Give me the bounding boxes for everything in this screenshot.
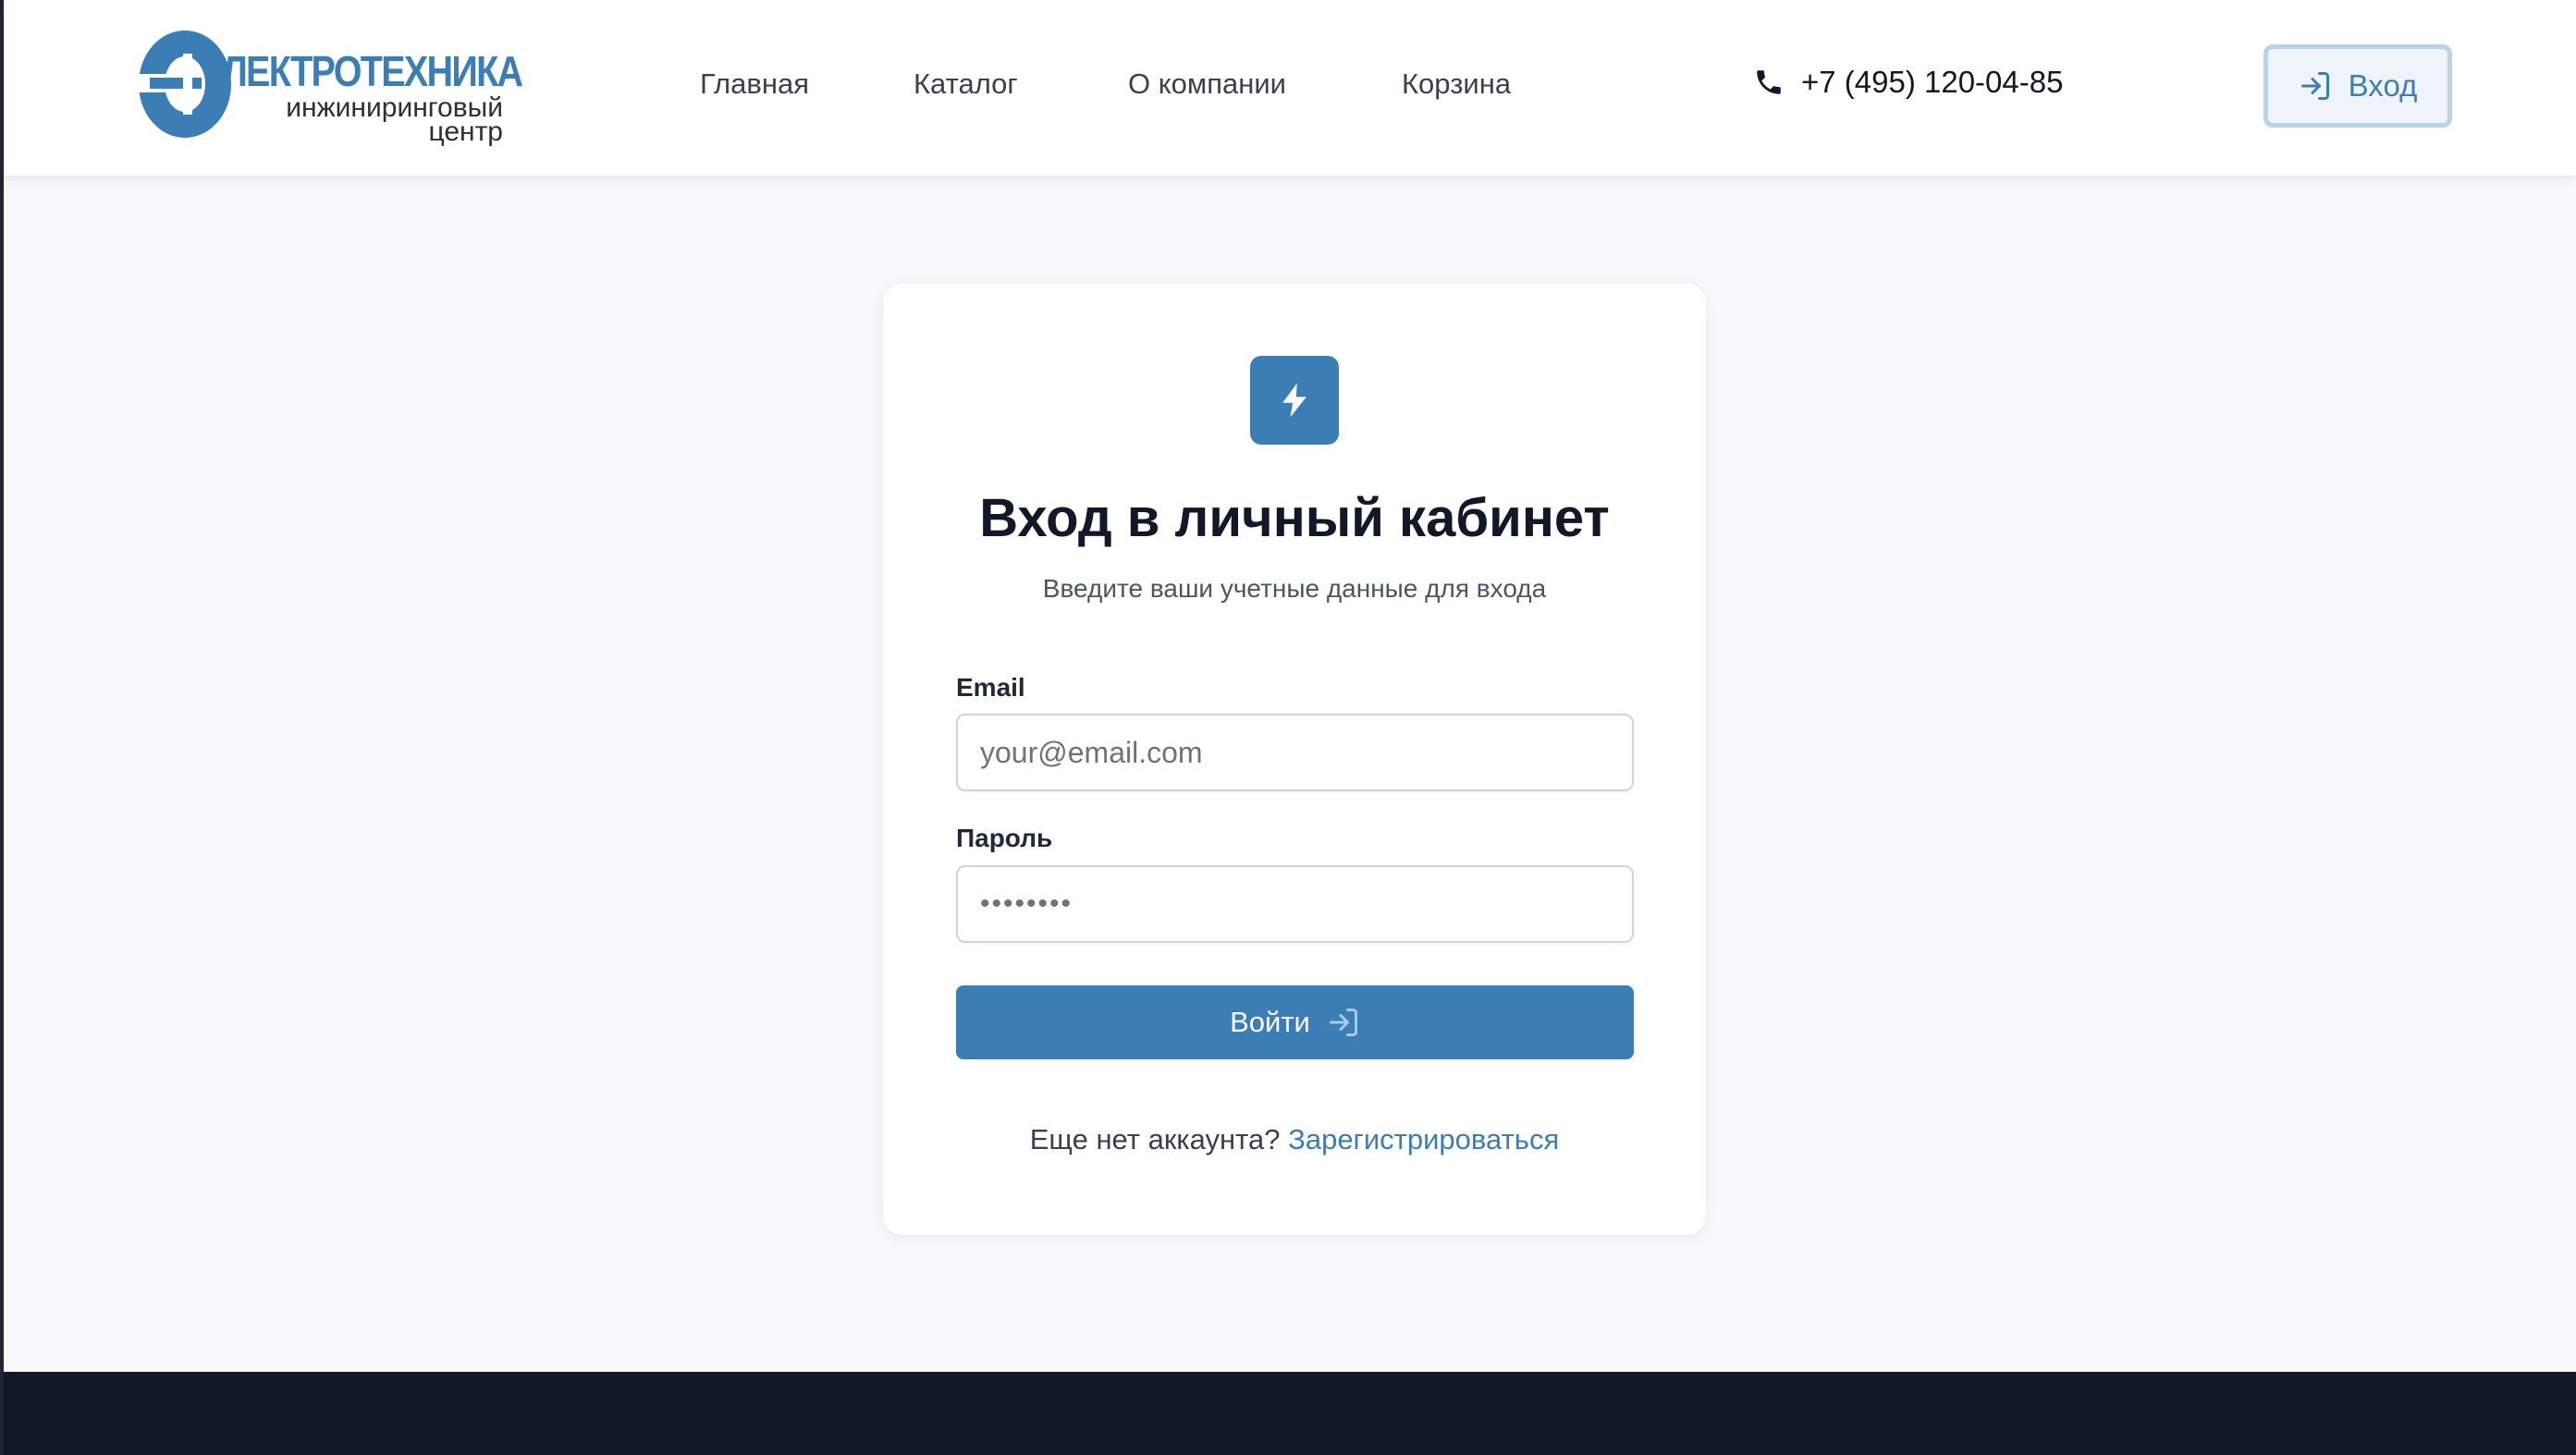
lightning-icon bbox=[1282, 383, 1306, 418]
nav-item-home[interactable]: Главная bbox=[700, 67, 809, 101]
phone-number: +7 (495) 120-04-85 bbox=[1801, 65, 2064, 99]
register-link[interactable]: Зарегистрироваться bbox=[1288, 1123, 1559, 1155]
nav-item-about[interactable]: О компании bbox=[1128, 67, 1286, 101]
nav-item-catalog[interactable]: Каталог bbox=[914, 67, 1018, 101]
card-badge bbox=[1250, 356, 1339, 445]
site-header: ЛЕКТРОТЕХНИКА инжиниринговый центр Главн… bbox=[4, 0, 2576, 177]
submit-login-button[interactable]: Войти bbox=[956, 985, 1634, 1059]
page-subtitle: Введите ваши учетные данные для входа bbox=[1042, 574, 1547, 603]
site-logo[interactable]: ЛЕКТРОТЕХНИКА инжиниринговый центр bbox=[133, 24, 523, 147]
header-login-label: Вход bbox=[2348, 68, 2418, 103]
header-phone[interactable]: +7 (495) 120-04-85 bbox=[1753, 65, 2063, 100]
phone-icon bbox=[1757, 70, 1781, 94]
login-icon bbox=[1329, 1009, 1357, 1036]
nav-item-cart[interactable]: Корзина bbox=[1402, 67, 1511, 101]
site-footer bbox=[4, 1372, 2576, 1455]
email-label: Email bbox=[956, 673, 1025, 702]
password-field[interactable] bbox=[956, 865, 1634, 943]
header-login-button[interactable]: Вход bbox=[2263, 44, 2452, 128]
submit-login-label: Войти bbox=[1230, 1006, 1310, 1038]
password-label: Пароль bbox=[956, 824, 1053, 852]
page-title: Вход в личный кабинет bbox=[979, 488, 1610, 548]
login-card: Вход в личный кабинет Введите ваши учетн… bbox=[882, 282, 1707, 1236]
logo-subtitle-2: центр bbox=[428, 116, 503, 147]
email-field[interactable] bbox=[956, 714, 1634, 791]
logo-title: ЛЕКТРОТЕХНИКА bbox=[222, 47, 523, 95]
register-prompt: Еще нет аккаунта? bbox=[1029, 1123, 1281, 1155]
register-prompt-row: Еще нет аккаунта? Зарегистрироваться bbox=[883, 1125, 1706, 1154]
login-icon bbox=[2300, 72, 2329, 100]
